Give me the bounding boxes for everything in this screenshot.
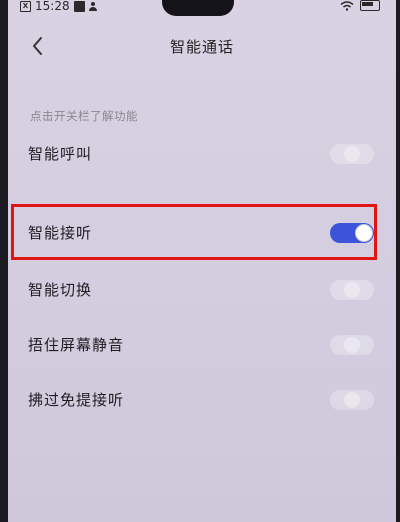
toggle-knob: [344, 146, 360, 162]
setting-label: 拂过免提接听: [28, 391, 125, 409]
status-time: 15:28: [35, 0, 70, 13]
section-hint: 点击开关栏了解功能: [30, 109, 138, 123]
status-left: X 15:28: [20, 0, 97, 13]
title-bar: 智能通话: [8, 28, 396, 64]
page-title: 智能通话: [169, 38, 234, 56]
setting-row-smart-call[interactable]: 智能呼叫: [8, 133, 396, 173]
phone-screen: X 15:28 智能通话 点击开关栏了解功能 智能呼叫 智能接听 智能切换 捂住…: [8, 0, 396, 522]
battery-icon: [360, 0, 380, 11]
toggle-knob: [344, 337, 360, 353]
setting-label: 捂住屏幕静音: [28, 336, 125, 354]
smart-call-toggle[interactable]: [330, 144, 374, 164]
status-bar: X 15:28: [8, 0, 396, 16]
check-notification-icon: [73, 0, 85, 12]
setting-label: 智能呼叫: [28, 145, 93, 163]
person-icon: [88, 1, 97, 11]
wave-speaker-toggle[interactable]: [330, 390, 374, 410]
setting-row-cover-mute[interactable]: 捂住屏幕静音: [8, 324, 396, 364]
status-right: [340, 0, 380, 11]
camera-notch: [162, 0, 234, 16]
toggle-knob: [344, 282, 360, 298]
setting-row-wave-speaker[interactable]: 拂过免提接听: [8, 379, 396, 419]
setting-row-smart-switch[interactable]: 智能切换: [8, 269, 396, 309]
smart-switch-toggle[interactable]: [330, 280, 374, 300]
highlight-box: [11, 204, 377, 260]
setting-label: 智能切换: [28, 281, 93, 299]
wifi-icon: [340, 0, 354, 11]
toggle-knob: [344, 392, 360, 408]
notification-icon: X: [20, 0, 31, 12]
cover-mute-toggle[interactable]: [330, 335, 374, 355]
